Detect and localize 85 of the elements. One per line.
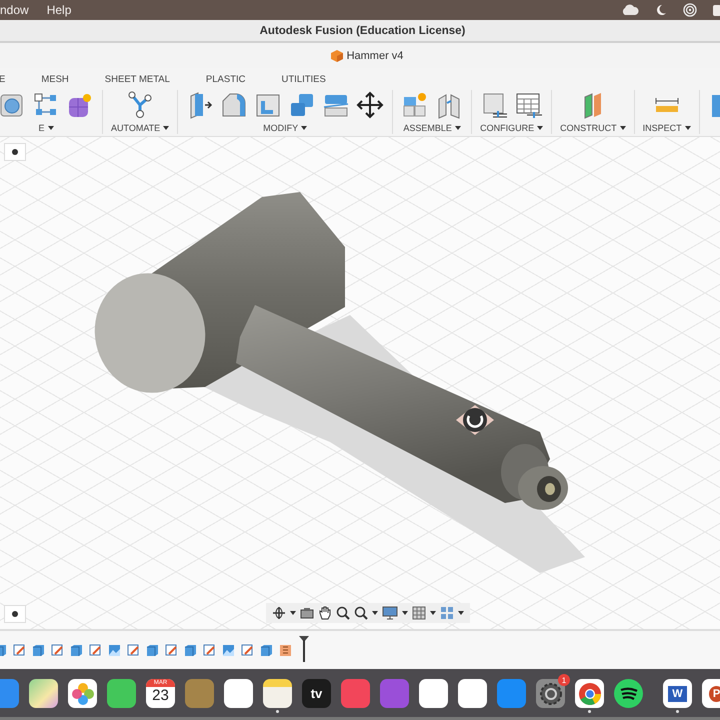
toolbar-tab[interactable]: MESH xyxy=(39,74,71,90)
sketch-feature-icon[interactable] xyxy=(127,644,140,657)
photos-app-icon[interactable] xyxy=(68,679,97,708)
moon-icon[interactable] xyxy=(655,4,667,16)
sketch-marker-icon[interactable] xyxy=(456,405,494,435)
cube-slider-tool-icon[interactable] xyxy=(480,91,509,119)
sketch-feature-icon[interactable] xyxy=(241,644,254,657)
display-icon[interactable] xyxy=(382,606,398,620)
move-tool-icon[interactable] xyxy=(356,91,384,119)
zoom-icon[interactable] xyxy=(336,606,350,620)
settings-app-icon[interactable] xyxy=(536,679,565,708)
view-control-button[interactable] xyxy=(4,143,26,161)
dock-item[interactable]: tv xyxy=(297,673,336,713)
toolbar-group-label[interactable]: E xyxy=(38,123,44,133)
cloud-icon[interactable] xyxy=(621,4,639,16)
app-icon-letters: W xyxy=(668,686,687,702)
toolbar-tab[interactable]: UTILITIES xyxy=(280,74,328,90)
fillet-tool-icon[interactable] xyxy=(220,91,248,119)
toolbar-group-label[interactable]: ASSEMBLE xyxy=(403,123,452,133)
menu-item[interactable]: Help xyxy=(46,3,72,17)
image-feature-icon[interactable] xyxy=(108,644,121,657)
body-feature-icon[interactable] xyxy=(32,644,45,657)
caret-icon[interactable] xyxy=(163,126,170,130)
cube-icon xyxy=(330,50,343,62)
toolbar-tab[interactable]: PLASTIC xyxy=(204,74,248,90)
view-control-button[interactable] xyxy=(4,605,26,623)
look-at-icon[interactable] xyxy=(300,607,314,619)
powerpoint-app-icon[interactable]: P xyxy=(702,679,720,708)
dock-item[interactable]: 1 xyxy=(531,673,570,713)
spotify-app-icon[interactable] xyxy=(614,679,643,708)
caret-icon[interactable] xyxy=(290,611,296,615)
sketch-feature-icon[interactable] xyxy=(89,644,102,657)
running-indicator xyxy=(676,710,679,713)
body-feature-icon[interactable] xyxy=(146,644,159,657)
running-indicator xyxy=(276,710,279,713)
caret-icon[interactable] xyxy=(454,126,461,130)
caret-icon[interactable] xyxy=(402,611,408,615)
caret-icon[interactable] xyxy=(620,126,626,130)
toolbar-group-label[interactable]: INSPECT xyxy=(642,123,682,133)
caret-icon[interactable] xyxy=(372,611,378,615)
toolbar-tab[interactable]: E xyxy=(0,74,8,90)
pan-hand-icon[interactable] xyxy=(318,606,332,620)
toolbar-tab[interactable]: SHEET METAL xyxy=(102,74,172,90)
image-feature-icon[interactable] xyxy=(222,644,235,657)
tv-app-icon[interactable]: tv xyxy=(302,679,331,708)
orbit-icon[interactable] xyxy=(272,606,286,620)
notes-app-icon[interactable] xyxy=(263,679,292,708)
sketch-feature-icon[interactable] xyxy=(165,644,178,657)
hub-tool-icon[interactable] xyxy=(126,91,154,119)
battery-icon[interactable] xyxy=(713,4,720,16)
toolbar-group-label[interactable]: AUTOMATE xyxy=(111,123,160,133)
caret-icon[interactable] xyxy=(48,126,54,130)
caret-icon[interactable] xyxy=(301,126,308,130)
running-indicator xyxy=(588,710,591,713)
timeline-marker-icon[interactable] xyxy=(298,636,310,662)
toolbar-group-label[interactable]: CONFIGURE xyxy=(480,123,534,133)
toolbar-group-label[interactable]: CONSTRUCT xyxy=(560,123,617,133)
menu-item[interactable]: ndow xyxy=(0,3,29,17)
app-icon-letters: P xyxy=(708,686,720,702)
body-feature-icon[interactable] xyxy=(70,644,83,657)
table-tool-icon[interactable] xyxy=(514,91,543,119)
app-icon-letters: tv xyxy=(310,686,322,701)
toolbar-group-label[interactable]: MODIFY xyxy=(263,123,298,133)
caret-icon[interactable] xyxy=(430,611,436,615)
chrome-app-icon[interactable] xyxy=(575,679,604,708)
dock-item[interactable]: W xyxy=(658,673,697,713)
notification-badge: 1 xyxy=(558,674,570,686)
word-app-icon[interactable]: W xyxy=(663,679,692,708)
caret-icon[interactable] xyxy=(684,126,691,130)
sketch-feature-icon[interactable] xyxy=(13,644,26,657)
caret-icon[interactable] xyxy=(537,126,544,130)
window-title: Autodesk Fusion (Education License) xyxy=(260,24,466,36)
calendar-day: 23 xyxy=(152,687,169,705)
dock-item[interactable]: P xyxy=(697,673,720,713)
grid-icon[interactable] xyxy=(412,606,426,620)
sparkle-cube-tool-icon[interactable] xyxy=(66,91,94,119)
zoom-fit-icon[interactable] xyxy=(354,606,368,620)
airdrop-icon[interactable] xyxy=(683,3,697,17)
body-feature-icon[interactable] xyxy=(184,644,197,657)
body-feature-icon[interactable] xyxy=(260,644,273,657)
sketch-feature-icon[interactable] xyxy=(203,644,216,657)
sketch-feature-icon[interactable] xyxy=(51,644,64,657)
document-tab[interactable]: Hammer v4 xyxy=(330,50,404,62)
caret-icon[interactable] xyxy=(458,611,464,615)
form-feature-icon[interactable] xyxy=(279,644,292,657)
